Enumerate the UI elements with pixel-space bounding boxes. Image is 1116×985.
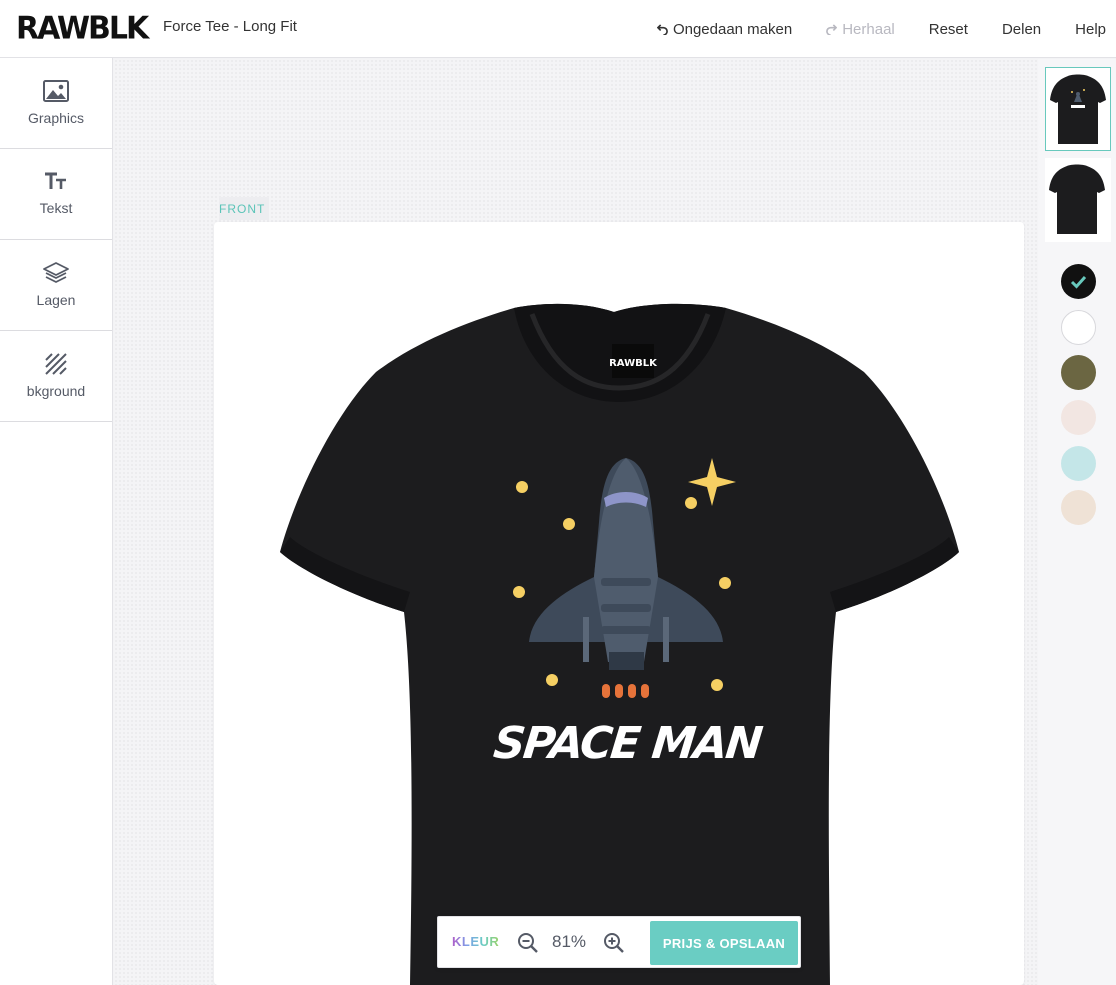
bottom-toolbar: KLEUR 81% PRIJS & OPSLAAN	[437, 916, 801, 968]
zoom-in-icon[interactable]	[602, 931, 626, 955]
brand-logo[interactable]: RAWBLK	[16, 10, 149, 47]
view-label: FRONT	[219, 197, 269, 220]
price-save-button[interactable]: PRIJS & OPSLAAN	[650, 921, 798, 965]
sidebar-item-layers[interactable]: Lagen	[0, 240, 112, 331]
help-label: Help	[1075, 20, 1106, 38]
neck-label-text: RAWBLK	[609, 358, 658, 369]
color-swatch-black[interactable]	[1061, 264, 1096, 299]
sidebar-label-graphics: Graphics	[27, 110, 85, 126]
front-thumbnail-icon	[1050, 74, 1106, 144]
view-thumb-front[interactable]	[1045, 67, 1111, 151]
layers-icon	[43, 262, 69, 283]
color-swatch-beige[interactable]	[1061, 490, 1096, 525]
sidebar-label-text: Tekst	[39, 200, 73, 216]
help-button[interactable]: Help	[1075, 21, 1106, 38]
sidebar-label-background: bkground	[26, 383, 86, 399]
back-thumbnail-icon	[1049, 164, 1105, 234]
undo-icon	[656, 23, 668, 35]
top-bar: RAWBLK Force Tee - Long Fit Ongedaan mak…	[0, 0, 1116, 58]
redo-label: Herhaal	[842, 20, 895, 38]
zoom-out-icon[interactable]	[516, 931, 540, 955]
sidebar-item-background[interactable]: bkground	[0, 331, 112, 422]
product-title: Force Tee - Long Fit	[163, 18, 297, 35]
check-icon	[1070, 275, 1087, 289]
color-button[interactable]: KLEUR	[452, 934, 499, 949]
top-nav: Ongedaan maken Herhaal Reset Delen Help	[656, 0, 1116, 58]
color-swatch-olive[interactable]	[1061, 355, 1096, 390]
color-swatch-light-blue[interactable]	[1061, 446, 1096, 481]
design-text: SPACE MAN	[491, 718, 764, 769]
design-card: RAWBLK SPACE MAN	[214, 222, 1024, 985]
color-swatch-pink[interactable]	[1061, 400, 1096, 435]
share-label: Delen	[1001, 20, 1042, 38]
undo-button[interactable]: Ongedaan maken	[656, 20, 793, 38]
image-icon	[43, 80, 69, 102]
reset-button[interactable]: Reset	[929, 21, 968, 38]
color-swatch-white[interactable]	[1061, 310, 1096, 345]
reset-label: Reset	[928, 20, 968, 38]
color-label: KLEUR	[452, 934, 500, 949]
sidebar-item-text[interactable]: Tekst	[0, 149, 112, 240]
hatch-icon	[45, 353, 67, 375]
tshirt-preview[interactable]: RAWBLK SPACE MAN	[214, 222, 1024, 985]
view-thumb-back[interactable]	[1045, 158, 1111, 242]
redo-button[interactable]: Herhaal	[826, 21, 895, 38]
zoom-level: 81%	[552, 932, 587, 951]
text-icon	[45, 172, 66, 189]
undo-label: Ongedaan maken	[672, 20, 793, 38]
tool-sidebar: Graphics Tekst Lagen bkground	[0, 58, 113, 985]
redo-icon	[826, 23, 838, 35]
sidebar-item-graphics[interactable]: Graphics	[0, 58, 112, 149]
share-button[interactable]: Delen	[1002, 21, 1041, 38]
sidebar-label-layers: Lagen	[36, 292, 76, 308]
